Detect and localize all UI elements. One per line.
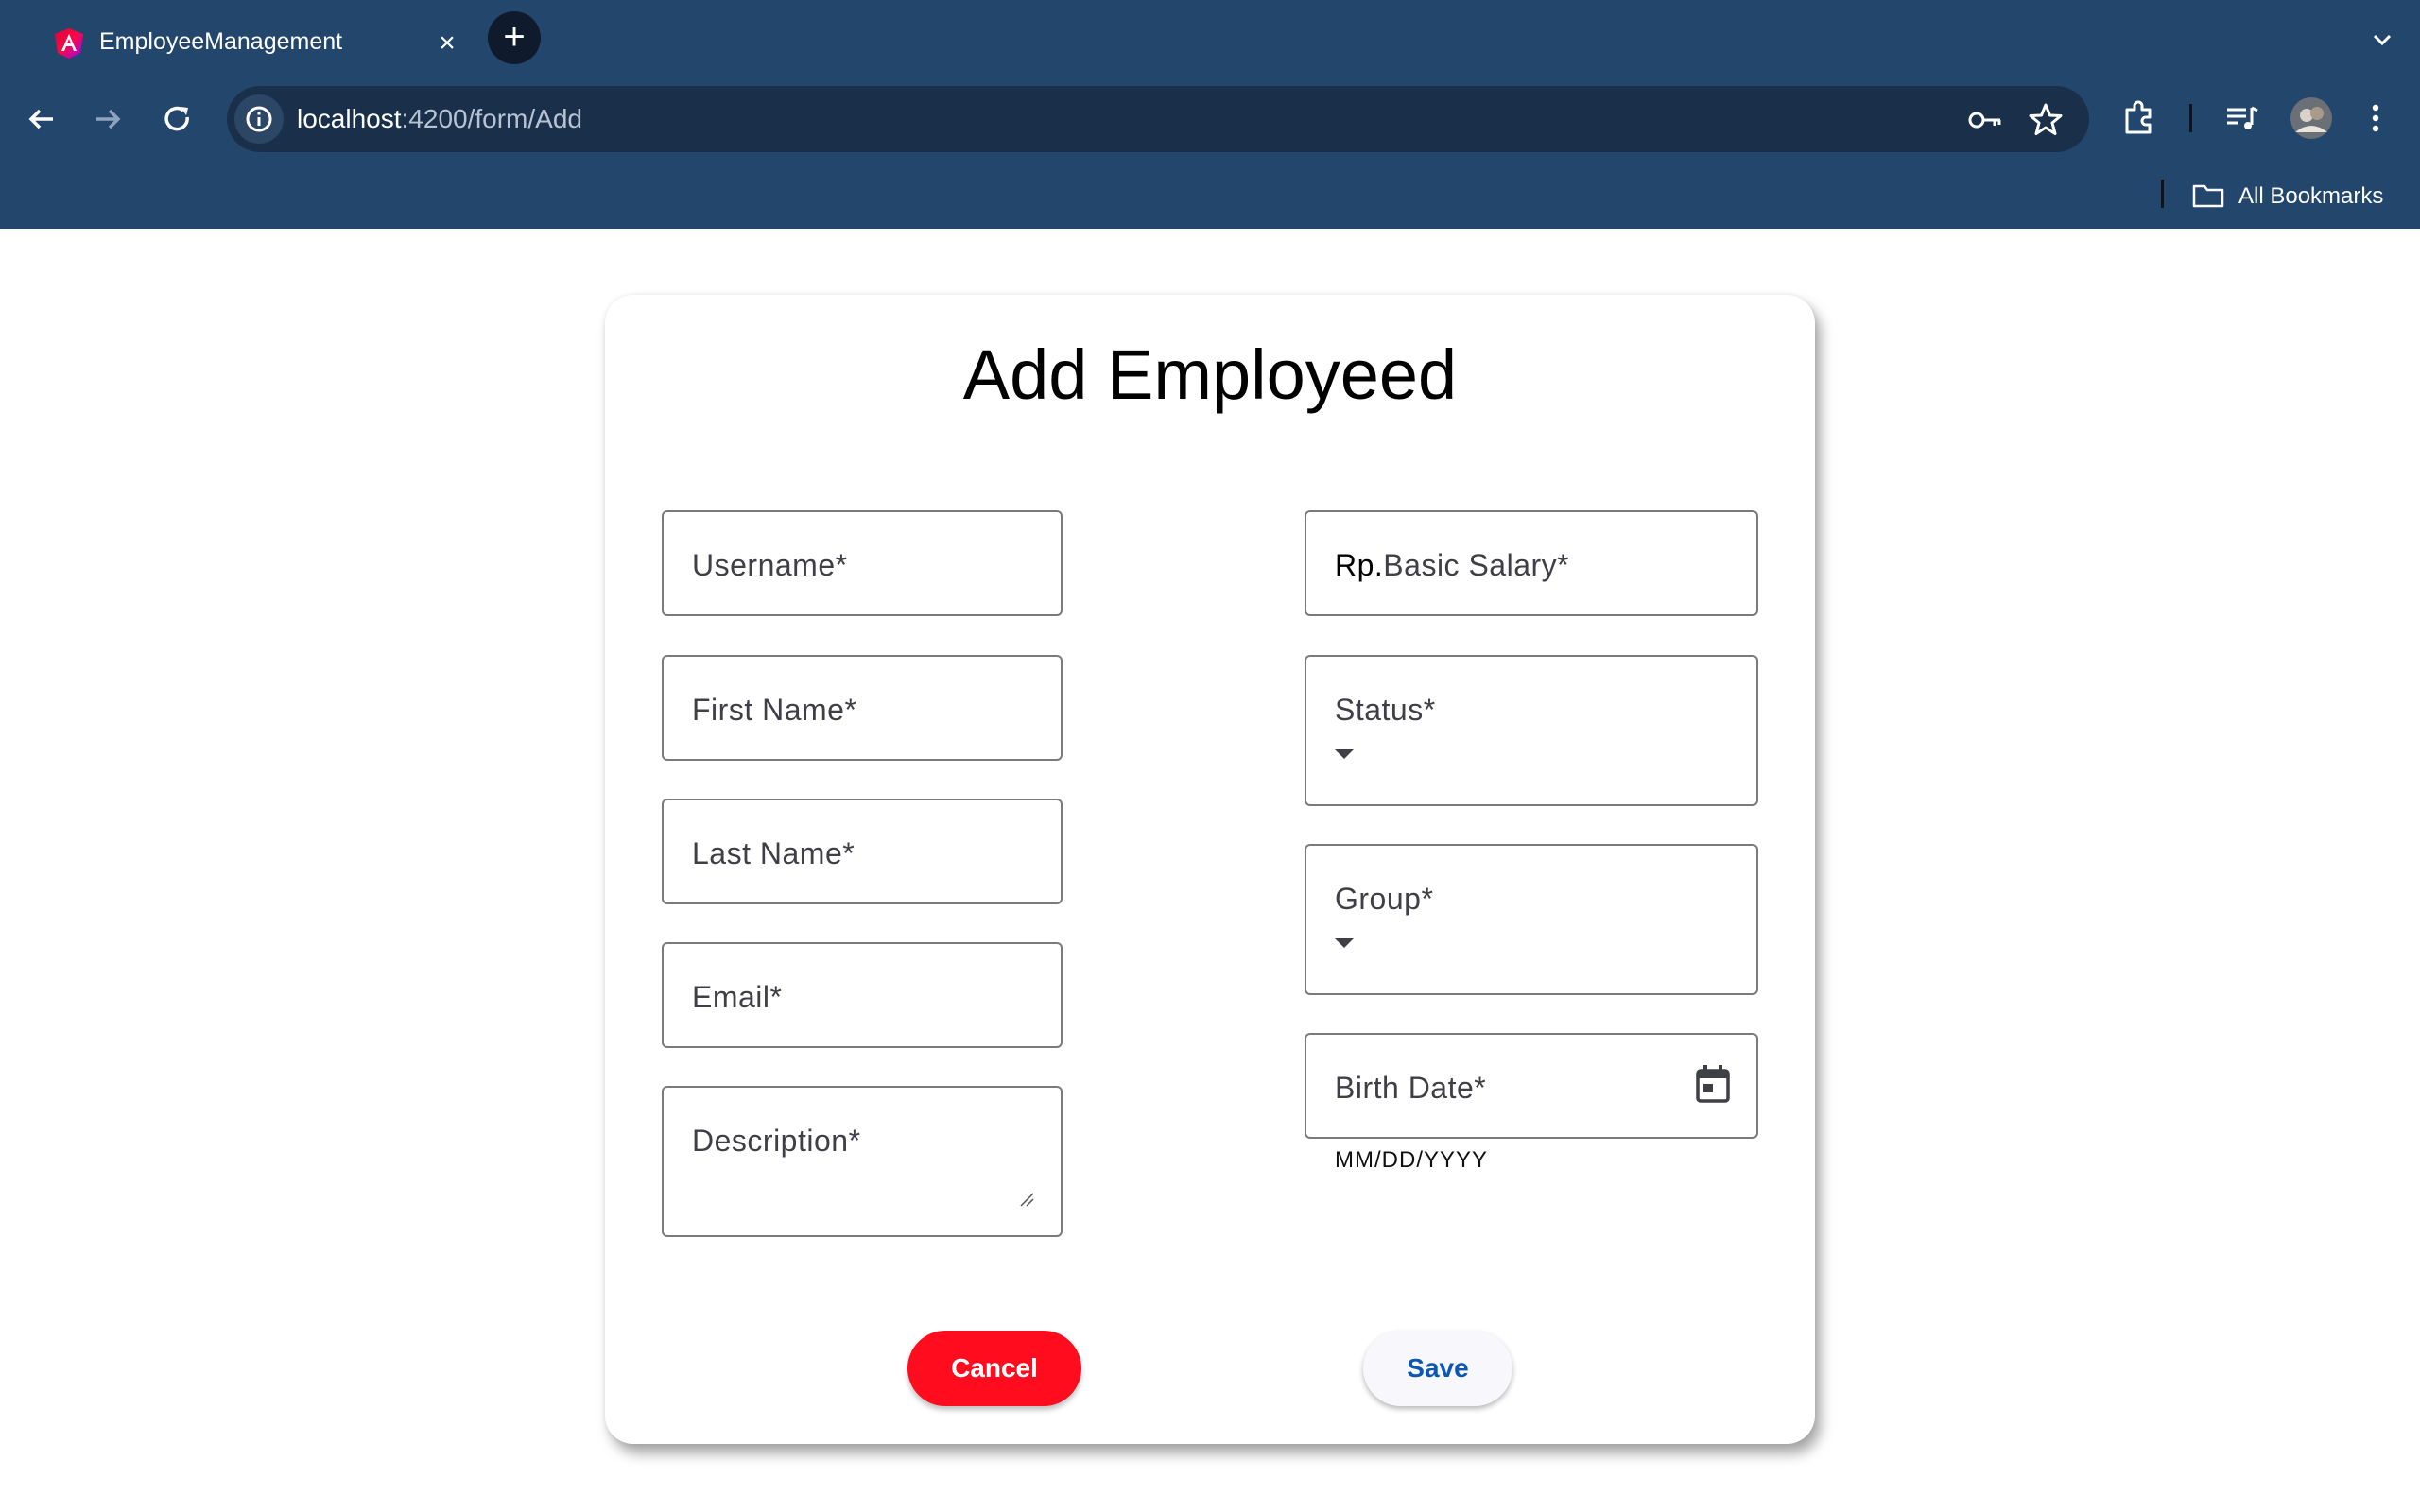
status-label: Status*	[1335, 693, 1436, 727]
avatar[interactable]	[2288, 94, 2335, 142]
caret-down-icon	[1335, 749, 1354, 759]
save-button[interactable]: Save	[1363, 1331, 1512, 1406]
resize-grip-icon[interactable]	[1019, 1192, 1034, 1207]
basic-salary-label: Rp.Basic Salary*	[1335, 548, 1569, 583]
description-field[interactable]: Description*	[662, 1086, 1063, 1237]
url-path: :4200/form/Add	[401, 104, 582, 133]
birth-date-field[interactable]: Birth Date*	[1305, 1033, 1758, 1139]
star-icon[interactable]	[2025, 99, 2066, 141]
url-host: localhost	[297, 104, 402, 133]
last-name-field[interactable]: Last Name*	[662, 799, 1063, 904]
chevron-down-icon[interactable]	[2363, 21, 2401, 59]
calendar-icon[interactable]	[1694, 1063, 1732, 1105]
tab-close-button[interactable]: ×	[428, 25, 466, 62]
key-icon[interactable]	[1964, 99, 2006, 141]
page-title: Add Employeed	[962, 335, 1458, 414]
group-label: Group*	[1335, 882, 1434, 916]
angular-logo-icon	[55, 28, 83, 59]
address-bar[interactable]: localhost:4200/form/Add	[227, 86, 2089, 152]
group-select[interactable]: Group*	[1305, 844, 1758, 995]
tab-title: EmployeeManagement	[99, 28, 343, 55]
new-tab-button[interactable]: +	[488, 11, 541, 64]
browser-chrome: EmployeeManagement × + localhost:4200/fo…	[0, 0, 2420, 229]
site-info-button[interactable]	[234, 94, 284, 144]
currency-prefix: Rp.	[1335, 548, 1384, 582]
email-field[interactable]: Email*	[662, 942, 1063, 1048]
username-label: Username*	[692, 548, 848, 582]
all-bookmarks-label: All Bookmarks	[2238, 183, 2384, 209]
arrow-right-icon[interactable]	[87, 98, 129, 140]
cancel-button[interactable]: Cancel	[908, 1331, 1081, 1406]
first-name-field[interactable]: First Name*	[662, 655, 1063, 761]
status-select[interactable]: Status*	[1305, 655, 1758, 806]
puzzle-icon[interactable]	[2118, 96, 2161, 140]
employee-form-card: Add Employeed Username* First Name* Last…	[605, 295, 1815, 1444]
last-name-label: Last Name*	[692, 836, 856, 870]
toolbar-divider	[2189, 104, 2192, 132]
basic-salary-field[interactable]: Rp.Basic Salary*	[1305, 510, 1758, 616]
basic-salary-text: Basic Salary*	[1383, 548, 1570, 582]
birth-date-hint: MM/DD/YYYY	[1335, 1147, 1489, 1173]
caret-down-icon	[1335, 938, 1354, 948]
browser-tab[interactable]: EmployeeManagement ×	[24, 8, 479, 79]
description-label: Description*	[692, 1124, 861, 1158]
birth-date-label: Birth Date*	[1335, 1071, 1487, 1105]
username-field[interactable]: Username*	[662, 510, 1063, 616]
bookmarks-divider	[2161, 180, 2164, 208]
info-icon	[246, 106, 272, 132]
reload-icon[interactable]	[157, 98, 199, 140]
folder-icon	[2192, 184, 2224, 208]
url-text[interactable]: localhost:4200/form/Add	[297, 104, 582, 134]
kebab-menu-icon[interactable]	[2354, 96, 2397, 140]
email-label: Email*	[692, 980, 783, 1014]
first-name-label: First Name*	[692, 693, 857, 727]
arrow-left-icon[interactable]	[21, 98, 62, 140]
playlist-icon[interactable]	[2220, 96, 2263, 140]
